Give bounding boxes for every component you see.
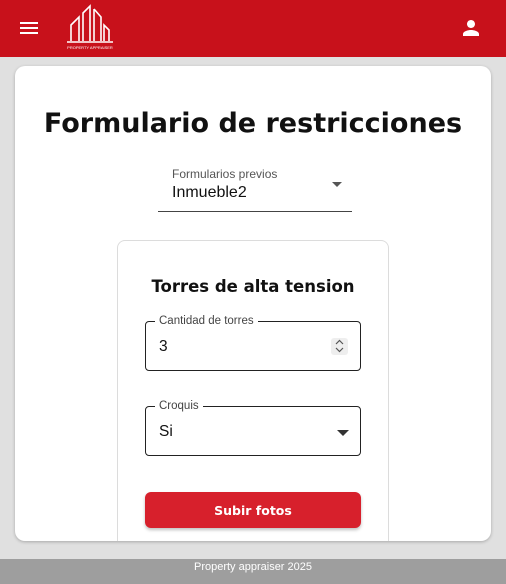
app-bar: PROPERTY APPRAISER: [0, 0, 506, 57]
tower-count-label: Cantidad de torres: [155, 314, 258, 328]
sketch-label: Croquis: [155, 399, 203, 413]
section-title: Torres de alta tension: [151, 277, 355, 296]
high-voltage-towers-section: Torres de alta tension Cantidad de torre…: [117, 240, 389, 541]
restrictions-form-card: Formulario de restricciones Formularios …: [15, 66, 491, 541]
footer-text: Property appraiser 2025: [193, 561, 312, 573]
stepper-up-icon[interactable]: [335, 338, 344, 346]
tower-count-field[interactable]: Cantidad de torres 3: [145, 314, 361, 371]
previous-forms-select[interactable]: Formularios previos Inmueble2: [158, 164, 352, 212]
number-stepper[interactable]: [331, 338, 348, 355]
upload-photos-button[interactable]: Subir fotos: [145, 492, 361, 528]
previous-forms-value: Inmueble2: [172, 184, 247, 201]
page-title: Formulario de restricciones: [43, 108, 463, 139]
stepper-down-icon[interactable]: [335, 346, 344, 354]
footer: Property appraiser 2025: [0, 559, 506, 584]
tower-count-value[interactable]: 3: [159, 338, 168, 356]
previous-forms-label: Formularios previos: [172, 167, 278, 181]
person-icon[interactable]: [459, 16, 483, 40]
brand-logo[interactable]: PROPERTY APPRAISER: [63, 3, 117, 51]
sketch-select[interactable]: Croquis Si: [145, 399, 361, 456]
menu-icon[interactable]: [17, 16, 41, 40]
dropdown-arrow-icon: [337, 430, 349, 436]
sketch-value: Si: [159, 423, 173, 440]
dropdown-arrow-icon: [332, 182, 342, 187]
brand-logo-text: PROPERTY APPRAISER: [67, 45, 113, 50]
